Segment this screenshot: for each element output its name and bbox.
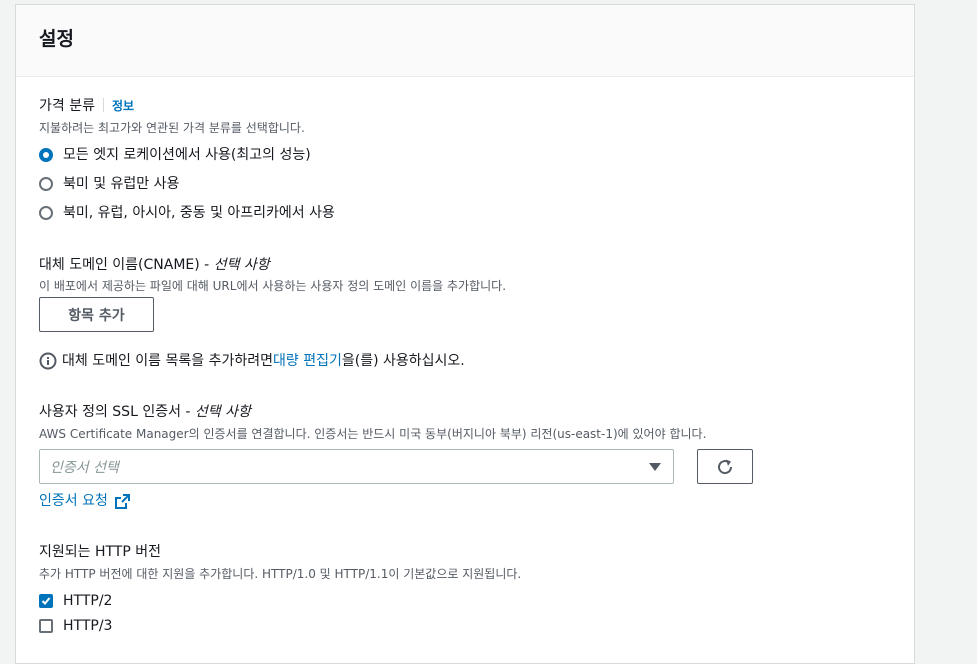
http2-label: HTTP/2 [63,593,113,609]
bulk-editor-note: 대체 도메인 이름 목록을 추가하려면 대량 편집기 을(를) 사용하십시오. [39,352,465,370]
price-class-label-row: 가격 분류 정보 [39,97,134,115]
note-prefix: 대체 도메인 이름 목록을 추가하려면 [62,353,273,369]
caret-down-icon [649,462,661,471]
radio-button[interactable] [39,206,53,220]
radio-button-selected[interactable] [39,148,53,162]
price-class-info-link[interactable]: 정보 [112,99,134,113]
http3-checkbox[interactable] [39,619,53,633]
add-item-button[interactable]: 항목 추가 [39,297,154,332]
note-suffix: 을(를) 사용하십시오. [341,353,465,369]
http-label: 지원되는 HTTP 버전 [39,544,162,560]
request-certificate-label: 인증서 요청 [39,493,108,509]
ssl-optional: 선택 사항 [194,404,251,420]
price-class-option-na-eu[interactable]: 북미 및 유럽만 사용 [39,175,179,193]
http2-checkbox[interactable] [39,594,53,608]
bulk-editor-link[interactable]: 대량 편집기 [273,352,342,370]
panel-title: 설정 [39,28,74,50]
cname-label-row: 대체 도메인 이름(CNAME) - 선택 사항 [39,256,270,274]
radio-label: 북미, 유럽, 아시아, 중동 및 아프리카에서 사용 [63,205,335,221]
cname-optional: 선택 사항 [213,257,270,273]
request-certificate-link[interactable]: 인증서 요청 [39,492,131,510]
cname-label: 대체 도메인 이름(CNAME) - [39,257,214,273]
price-class-option-all[interactable]: 모든 엣지 로케이션에서 사용(최고의 성능) [39,146,311,164]
cname-description: 이 배포에서 제공하는 파일에 대해 URL에서 사용하는 사용자 정의 도메인… [39,279,507,293]
certificate-select-placeholder: 인증서 선택 [50,459,119,476]
check-icon [41,597,51,605]
ssl-label: 사용자 정의 SSL 인증서 - [39,404,195,420]
radio-label: 모든 엣지 로케이션에서 사용(최고의 성능) [63,147,311,163]
http-description: 추가 HTTP 버전에 대한 지원을 추가합니다. HTTP/1.0 및 HTT… [39,567,522,581]
http2-checkbox-row[interactable]: HTTP/2 [39,592,112,610]
radio-button[interactable] [39,177,53,191]
price-class-description: 지불하려는 최고가와 연관된 가격 분류를 선택합니다. [39,121,305,135]
ssl-label-row: 사용자 정의 SSL 인증서 - 선택 사항 [39,403,251,421]
info-icon [39,352,57,370]
http3-label: HTTP/3 [63,618,113,634]
radio-label: 북미 및 유럽만 사용 [63,176,180,192]
certificate-select[interactable]: 인증서 선택 [39,449,674,484]
refresh-certificates-button[interactable] [697,449,753,484]
ssl-description: AWS Certificate Manager의 인증서를 연결합니다. 인증서… [39,427,707,441]
external-link-icon [114,493,131,510]
panel-header: 설정 [16,5,914,77]
refresh-icon [715,457,735,477]
price-class-option-na-eu-asia[interactable]: 북미, 유럽, 아시아, 중동 및 아프리카에서 사용 [39,204,335,222]
info-separator [102,98,104,112]
price-class-label: 가격 분류 [39,98,95,114]
settings-panel: 설정 가격 분류 정보 지불하려는 최고가와 연관된 가격 분류를 선택합니다. … [15,4,915,664]
http3-checkbox-row[interactable]: HTTP/3 [39,617,112,635]
